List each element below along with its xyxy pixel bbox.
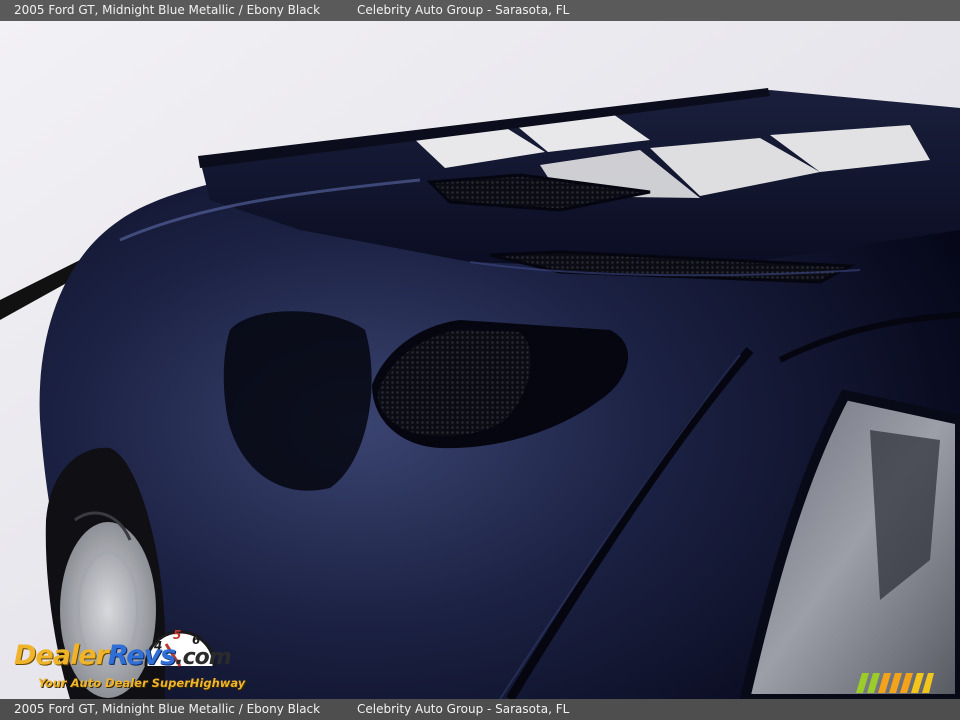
dealer-caption-bottom: Celebrity Auto Group - Sarasota, FL xyxy=(357,702,570,716)
vehicle-caption-bottom: 2005 Ford GT, Midnight Blue Metallic / E… xyxy=(14,702,321,716)
watermark-tagline: Your Auto Dealer SuperHighway xyxy=(38,676,246,690)
dealerrevs-brand: DealerRevs.com xyxy=(14,640,232,671)
brand-revs: Revs xyxy=(107,640,176,671)
caption-bar-bottom: 2005 Ford GT, Midnight Blue Metallic / E… xyxy=(0,699,960,720)
racing-stripes-icon xyxy=(856,673,934,693)
brand-dotcom: .com xyxy=(175,645,231,670)
dealerrevs-watermark: 4 5 6 DealerRevs.com Your Auto Dealer Su… xyxy=(12,622,272,696)
brand-dealer: Dealer xyxy=(14,640,109,671)
vehicle-caption: 2005 Ford GT, Midnight Blue Metallic / E… xyxy=(14,3,321,17)
dealer-caption: Celebrity Auto Group - Sarasota, FL xyxy=(357,3,570,17)
caption-bar-top: 2005 Ford GT, Midnight Blue Metallic / E… xyxy=(0,0,960,21)
car-photo xyxy=(0,21,960,699)
